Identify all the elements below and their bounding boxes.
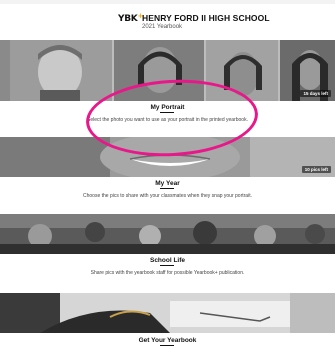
school-name: HENRY FORD II HIGH SCHOOL <box>142 13 270 23</box>
portrait-banner[interactable]: 15 days left <box>0 40 335 101</box>
app-header: YBK+ HENRY FORD II HIGH SCHOOL 2021 Year… <box>0 12 335 36</box>
school-life-title[interactable]: School Life <box>0 257 335 264</box>
my-portrait-description: Select the photo you want to use as your… <box>87 117 248 123</box>
logo-text: YBK <box>118 14 138 24</box>
top-bar <box>0 0 335 4</box>
school-life-photo <box>0 214 335 254</box>
get-yearbook-banner[interactable] <box>0 293 335 333</box>
get-yearbook-title[interactable]: Get Your Yearbook <box>0 337 335 344</box>
title-underline <box>160 188 174 189</box>
title-underline <box>160 345 174 346</box>
my-year-description: Choose the pics to share with your class… <box>83 193 252 199</box>
my-year-title[interactable]: My Year <box>0 180 335 187</box>
pics-left-badge: 10 pics left <box>301 166 331 173</box>
my-year-photo <box>0 137 335 177</box>
school-life-description: Share pics with the yearbook staff for p… <box>90 270 245 276</box>
school-life-banner[interactable] <box>0 214 335 254</box>
title-underline <box>160 112 174 113</box>
my-portrait-title[interactable]: My Portrait <box>0 104 335 111</box>
ybk-logo[interactable]: YBK+ <box>118 12 143 24</box>
title-underline <box>160 265 174 266</box>
yearbook-subtitle: 2021 Yearbook <box>142 24 183 30</box>
get-yearbook-photo <box>0 293 335 333</box>
days-left-badge: 15 days left <box>300 90 331 97</box>
portrait-photos <box>0 40 335 101</box>
my-year-banner[interactable]: 10 pics left <box>0 137 335 177</box>
